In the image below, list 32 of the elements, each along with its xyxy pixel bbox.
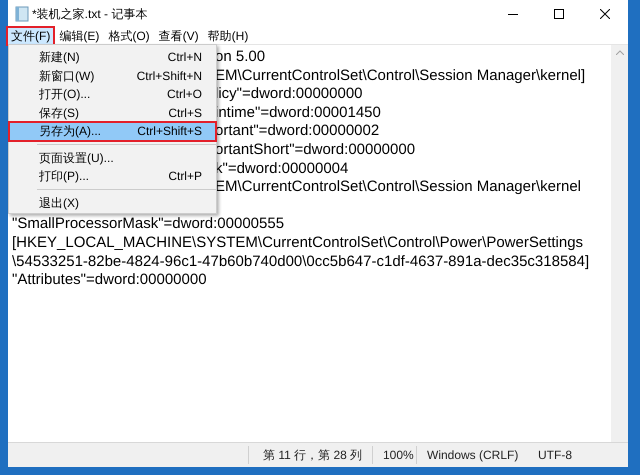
- notepad-icon: [15, 6, 29, 22]
- menu-item[interactable]: 格式(O): [105, 28, 153, 44]
- menu-item[interactable]: 查看(V): [156, 28, 202, 44]
- menu-option[interactable]: 打印(P)... Ctrl+P: [9, 167, 216, 186]
- text-line: [HKEY_LOCAL_MACHINE\SYSTEM\CurrentControlSet\Control\Power\PowerSettings: [12, 234, 584, 253]
- menu-option[interactable]: 另存为(A)... Ctrl+Shift+S: [9, 122, 216, 140]
- text-line: EM\CurrentControlSet\Control\Session Manager\kernel: [215, 178, 581, 196]
- text-line: EM\CurrentControlSet\Control\Session Manager\kernel]: [215, 66, 586, 84]
- close-icon: [600, 9, 610, 19]
- menu-item[interactable]: 帮助(H): [204, 28, 252, 44]
- window-title: *装机之家.txt - 记事本: [32, 6, 148, 23]
- menu-option[interactable]: 新窗口(W) Ctrl+Shift+N: [9, 66, 216, 85]
- menu-item[interactable]: 文件(F): [8, 28, 54, 44]
- encoding: UTF-8: [537, 447, 572, 464]
- text-line: \54533251-82be-4824-96c1-47b60b740d00\0cc5b647-c1df-4637-891a-dec35c318584]: [12, 252, 590, 272]
- text-line: "SmallProcessorMask"=dword:00000555: [12, 215, 286, 234]
- maximize-icon: [554, 9, 564, 19]
- text-line: "Attributes"=dword:00000000: [12, 271, 208, 290]
- text-line: licy"=dword:00000000: [215, 85, 363, 102]
- text-line: ortant"=dword:00000002: [215, 122, 380, 140]
- zoom-level: 100%: [372, 446, 416, 464]
- cursor-position: 第 11 行，第 28 列: [248, 446, 372, 464]
- menu-option[interactable]: 新建(N) Ctrl+N: [9, 48, 216, 66]
- menu-option[interactable]: 页面设置(U)...: [9, 148, 216, 167]
- menu-option[interactable]: 退出(X): [9, 194, 216, 212]
- text-line: intime"=dword:00001450: [215, 104, 381, 121]
- text-line: k"=dword:00000004: [215, 160, 348, 177]
- line-ending: Windows (CRLF): [416, 446, 528, 464]
- text-line: ortantShort"=dword:00000000: [215, 140, 416, 158]
- menu-option[interactable]: 打开(O)... Ctrl+O: [9, 85, 216, 104]
- menu-option[interactable]: 保存(S) Ctrl+S: [9, 104, 216, 122]
- menu-item[interactable]: 编辑(E): [56, 28, 102, 44]
